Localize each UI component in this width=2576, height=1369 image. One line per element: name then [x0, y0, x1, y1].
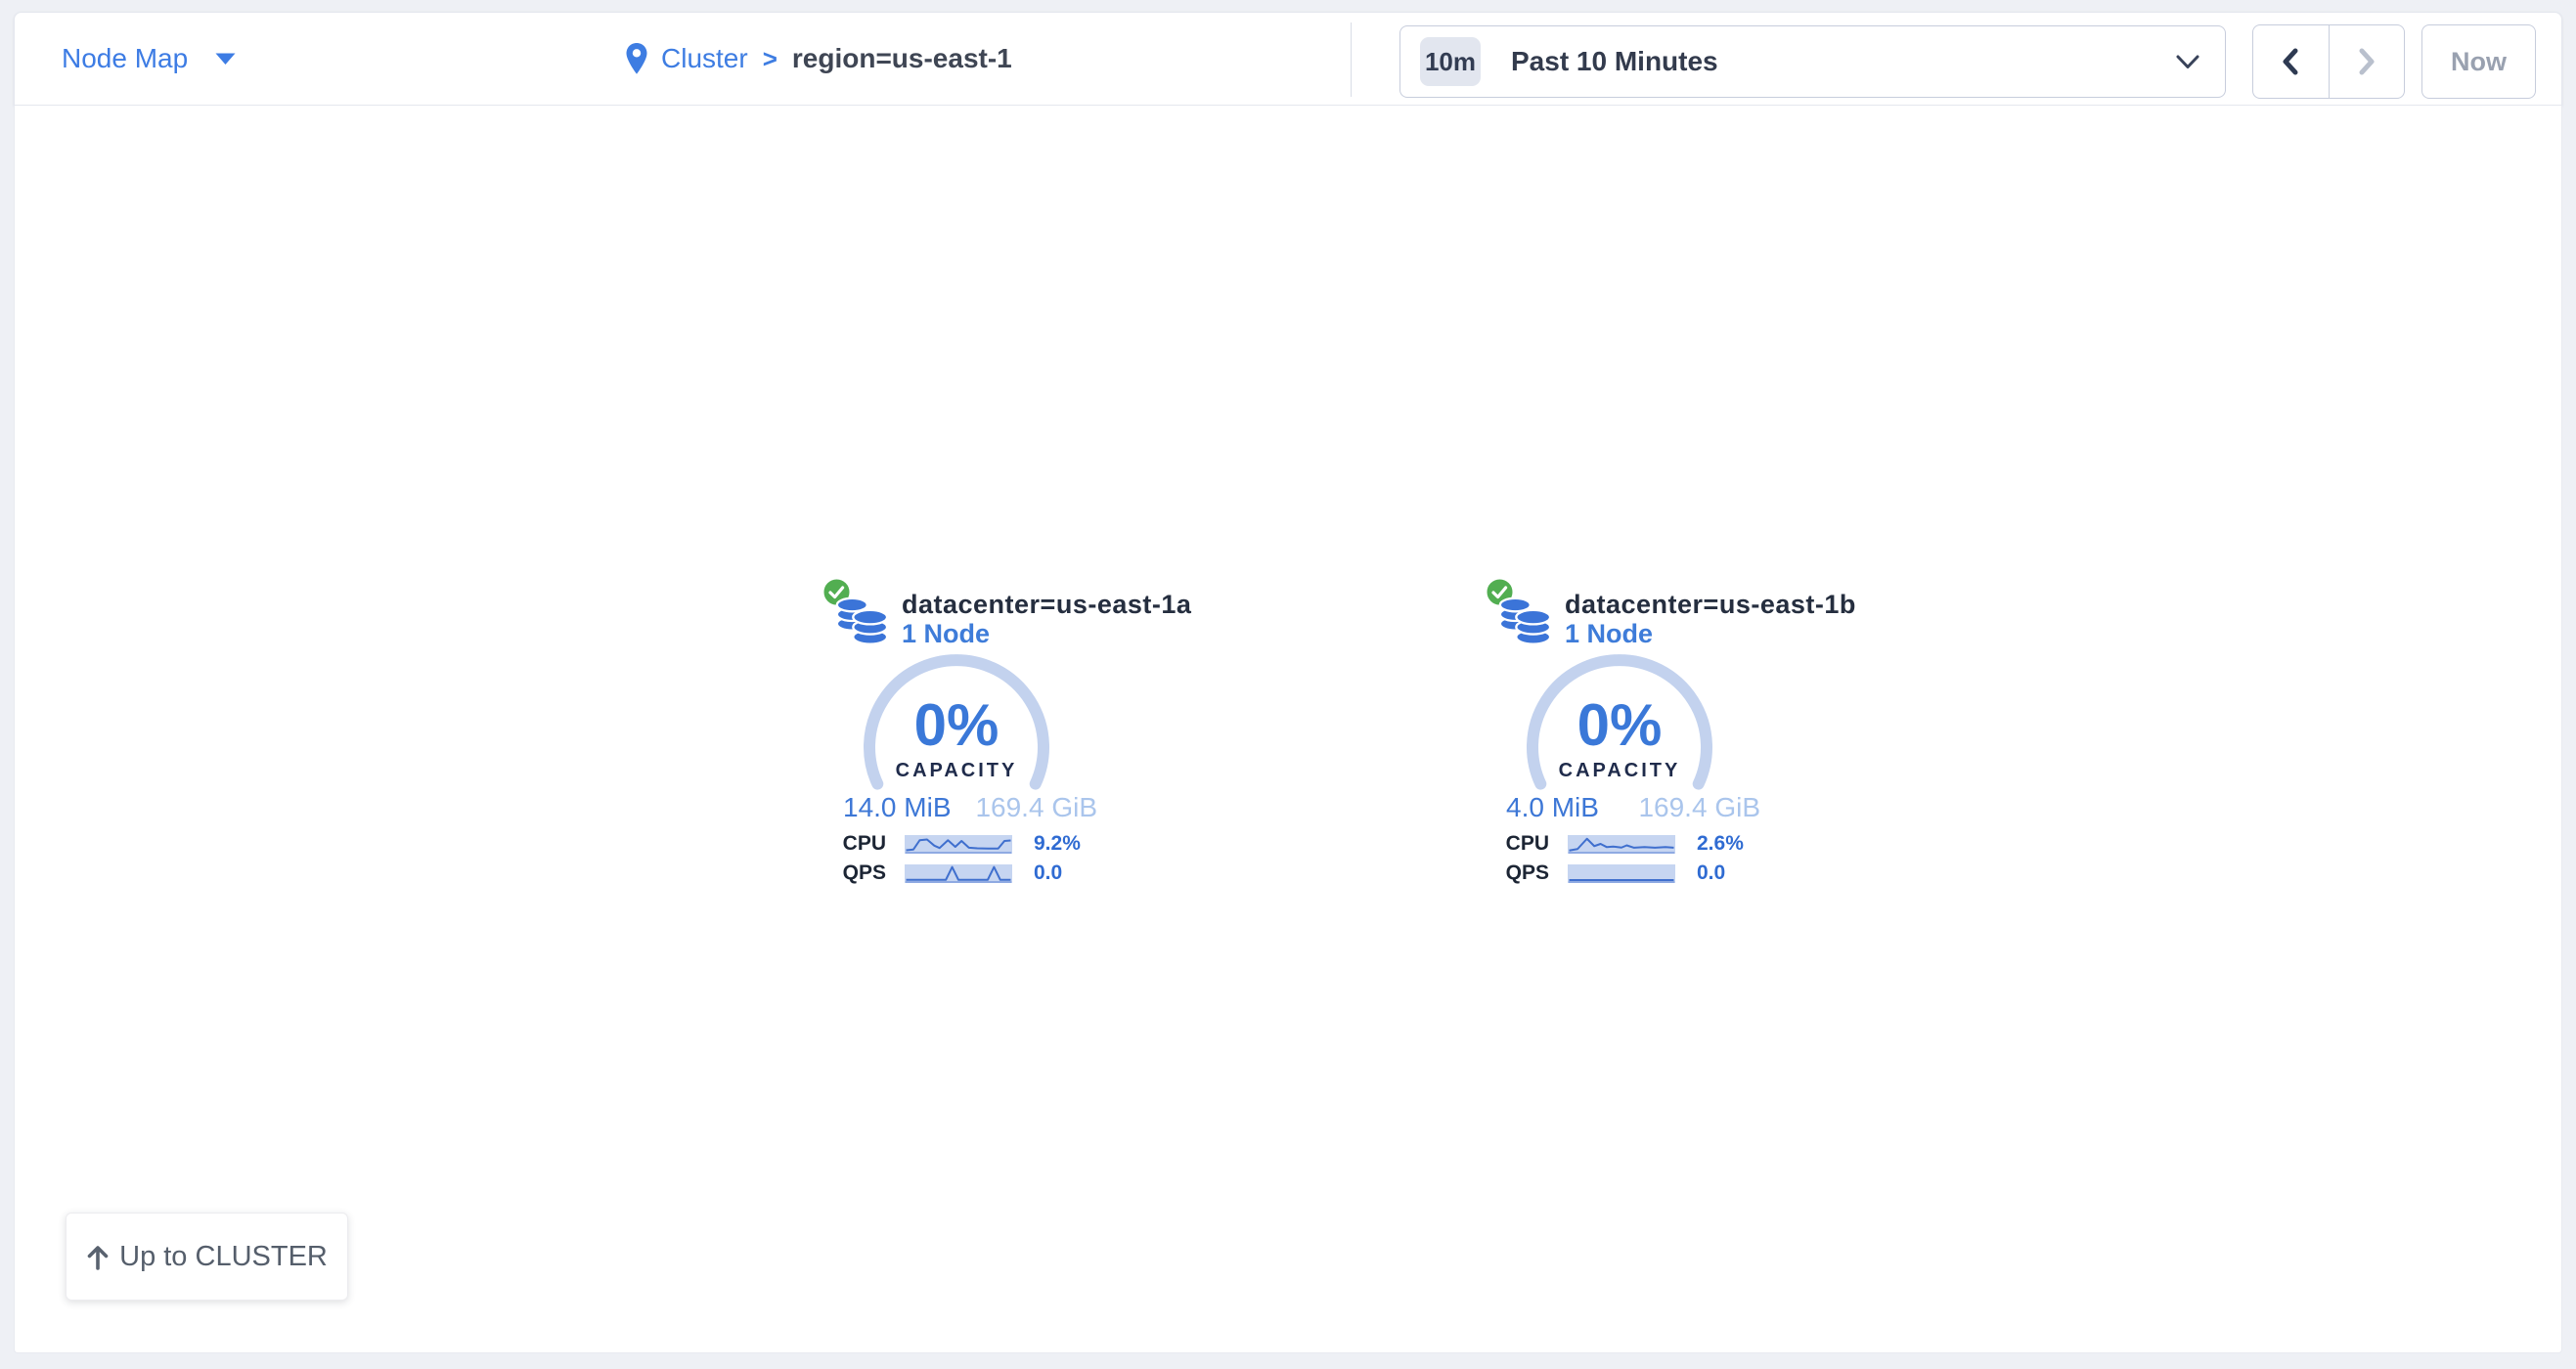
- capacity-percent: 0%: [854, 696, 1059, 755]
- cpu-label: CPU: [1502, 832, 1549, 856]
- map-pin-icon: [625, 37, 648, 80]
- qps-value: 0.0: [1034, 861, 1062, 885]
- qps-metric-row: QPS 0.0: [1502, 863, 1776, 883]
- qps-sparkline: [905, 864, 1012, 883]
- datacenter-name: datacenter=us-east-1a: [902, 590, 1191, 620]
- node-map-canvas: [14, 106, 2562, 1353]
- cpu-label: CPU: [839, 832, 886, 856]
- datacenter-card-us-east-1b[interactable]: datacenter=us-east-1b 1 Node 0% CAPACITY…: [1475, 572, 1778, 895]
- arrow-up-icon: [86, 1244, 110, 1270]
- node-map-screen: Node Map Cluster > region=us-east-1 10m …: [0, 0, 2576, 1369]
- breadcrumb-separator: >: [763, 44, 777, 74]
- breadcrumb: Cluster > region=us-east-1: [625, 13, 1012, 105]
- cpu-metric-row: CPU 9.2%: [839, 834, 1113, 854]
- header-bar: Node Map Cluster > region=us-east-1 10m …: [14, 12, 2562, 106]
- prev-range-button[interactable]: [2253, 25, 2329, 98]
- time-range-dropdown[interactable]: 10m Past 10 Minutes: [1399, 25, 2226, 98]
- qps-sparkline: [1568, 864, 1675, 883]
- cpu-value: 9.2%: [1034, 832, 1081, 856]
- breadcrumb-cluster-link[interactable]: Cluster: [661, 43, 748, 74]
- breadcrumb-current-region: region=us-east-1: [792, 43, 1012, 74]
- time-range-step-buttons: [2252, 24, 2405, 99]
- chevron-down-icon: [2176, 55, 2199, 69]
- chevron-left-icon: [2280, 47, 2301, 76]
- capacity-used: 14.0 MiB: [843, 793, 952, 822]
- time-range-badge: 10m: [1420, 37, 1481, 86]
- time-range-label: Past 10 Minutes: [1511, 46, 1718, 77]
- view-selector-label: Node Map: [62, 43, 188, 74]
- capacity-used: 4.0 MiB: [1506, 793, 1599, 822]
- qps-label: QPS: [839, 861, 886, 885]
- qps-metric-row: QPS 0.0: [839, 863, 1113, 883]
- capacity-percent: 0%: [1517, 696, 1722, 755]
- qps-label: QPS: [1502, 861, 1549, 885]
- view-selector-dropdown[interactable]: Node Map: [62, 13, 237, 105]
- qps-value: 0.0: [1697, 861, 1725, 885]
- capacity-values: 14.0 MiB 169.4 GiB: [843, 793, 1097, 822]
- chevron-right-icon: [2356, 47, 2377, 76]
- datacenter-name: datacenter=us-east-1b: [1565, 590, 1856, 620]
- up-to-cluster-button[interactable]: Up to CLUSTER: [66, 1213, 348, 1301]
- caret-down-icon: [214, 52, 237, 66]
- capacity-label: CAPACITY: [854, 760, 1059, 782]
- cpu-metric-row: CPU 2.6%: [1502, 834, 1776, 854]
- capacity-values: 4.0 MiB 169.4 GiB: [1506, 793, 1760, 822]
- datacenter-card-us-east-1a[interactable]: datacenter=us-east-1a 1 Node 0% CAPACITY…: [812, 572, 1115, 895]
- header-divider: [1351, 22, 1352, 97]
- cpu-sparkline: [905, 835, 1012, 854]
- up-to-cluster-label: Up to CLUSTER: [119, 1241, 328, 1273]
- next-range-button[interactable]: [2329, 25, 2405, 98]
- cpu-value: 2.6%: [1697, 832, 1744, 856]
- capacity-label: CAPACITY: [1517, 760, 1722, 782]
- database-stack-icon: [833, 595, 890, 647]
- cpu-sparkline: [1568, 835, 1675, 854]
- database-stack-icon: [1496, 595, 1553, 647]
- now-button[interactable]: Now: [2421, 24, 2536, 99]
- capacity-total: 169.4 GiB: [1638, 793, 1760, 822]
- capacity-total: 169.4 GiB: [975, 793, 1097, 822]
